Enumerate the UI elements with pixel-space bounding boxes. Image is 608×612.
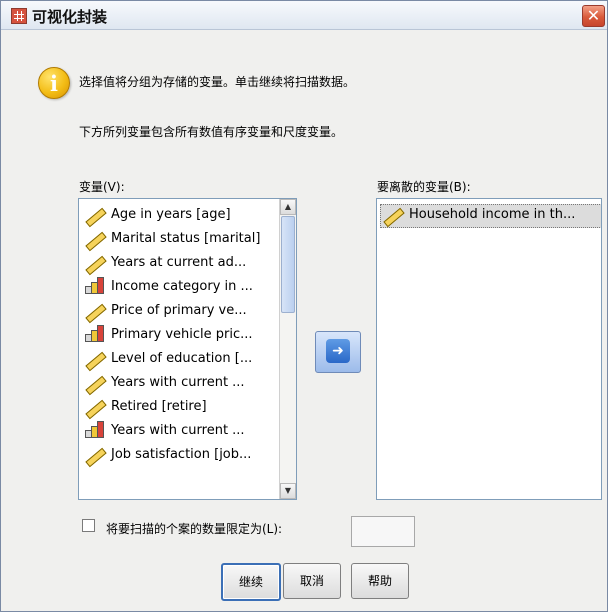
scroll-up-arrow-icon[interactable]: ▲ [280, 199, 296, 215]
arrow-right-icon: ➜ [326, 339, 350, 363]
variables-listbox[interactable]: Age in years [age] Marital status [marita… [78, 198, 297, 500]
limit-cases-input[interactable] [351, 516, 415, 547]
cancel-button[interactable]: 取消 [283, 563, 341, 599]
list-item-label: Price of primary ve... [111, 303, 247, 318]
variables-scrollbar[interactable]: ▲ ▼ [279, 199, 296, 499]
discretize-label: 要离散的变量(B): [377, 180, 471, 194]
scroll-thumb[interactable] [281, 216, 295, 313]
list-item-label: Retired [retire] [111, 399, 207, 414]
ruler-icon [85, 399, 107, 420]
variables-label: 变量(V): [79, 180, 125, 194]
list-item-label: Household income in th... [409, 207, 576, 222]
ruler-icon [85, 255, 107, 276]
info-icon: i [38, 67, 70, 99]
ruler-icon [85, 447, 107, 468]
sub-message: 下方所列变量包含所有数值有序变量和尺度变量。 [79, 125, 344, 139]
continue-button[interactable]: 继续 [221, 563, 281, 601]
limit-cases-checkbox[interactable] [82, 519, 95, 532]
table-icon [11, 8, 27, 24]
ruler-icon [85, 351, 107, 372]
list-item-label: Age in years [age] [111, 207, 231, 222]
list-item-label: Job satisfaction [job... [111, 447, 252, 462]
ruler-icon [85, 231, 107, 252]
window-title: 可视化封装 [32, 8, 108, 26]
scroll-down-arrow-icon[interactable]: ▼ [280, 483, 296, 499]
move-to-discretize-button[interactable]: ➜ [315, 331, 361, 373]
info-icon-glyph: i [50, 71, 58, 96]
close-button[interactable]: ✕ [582, 5, 605, 27]
bar-chart-icon [85, 325, 104, 342]
discretize-listbox[interactable]: Household income in th... [376, 198, 602, 500]
list-item-label: Years with current ... [111, 423, 245, 438]
ruler-icon [85, 303, 107, 324]
ruler-icon [85, 375, 107, 396]
dialog-window: 可视化封装 ✕ i 选择值将分组为存储的变量。单击继续将扫描数据。 下方所列变量… [0, 0, 608, 612]
limit-cases-label: 将要扫描的个案的数量限定为(L): [106, 522, 283, 536]
list-item-label: Primary vehicle pric... [111, 327, 253, 342]
list-item-label: Marital status [marital] [111, 231, 261, 246]
bar-chart-icon [85, 421, 104, 438]
list-item-label: Years at current ad... [111, 255, 247, 270]
title-bar[interactable]: 可视化封装 ✕ [1, 1, 607, 30]
ruler-icon [383, 207, 405, 228]
list-item-label: Level of education [... [111, 351, 253, 366]
help-button[interactable]: 帮助 [351, 563, 409, 599]
list-item-label: Income category in ... [111, 279, 253, 294]
list-item-label: Years with current ... [111, 375, 245, 390]
bar-chart-icon [85, 277, 104, 294]
info-message: 选择值将分组为存储的变量。单击继续将扫描数据。 [79, 75, 356, 89]
ruler-icon [85, 207, 107, 228]
